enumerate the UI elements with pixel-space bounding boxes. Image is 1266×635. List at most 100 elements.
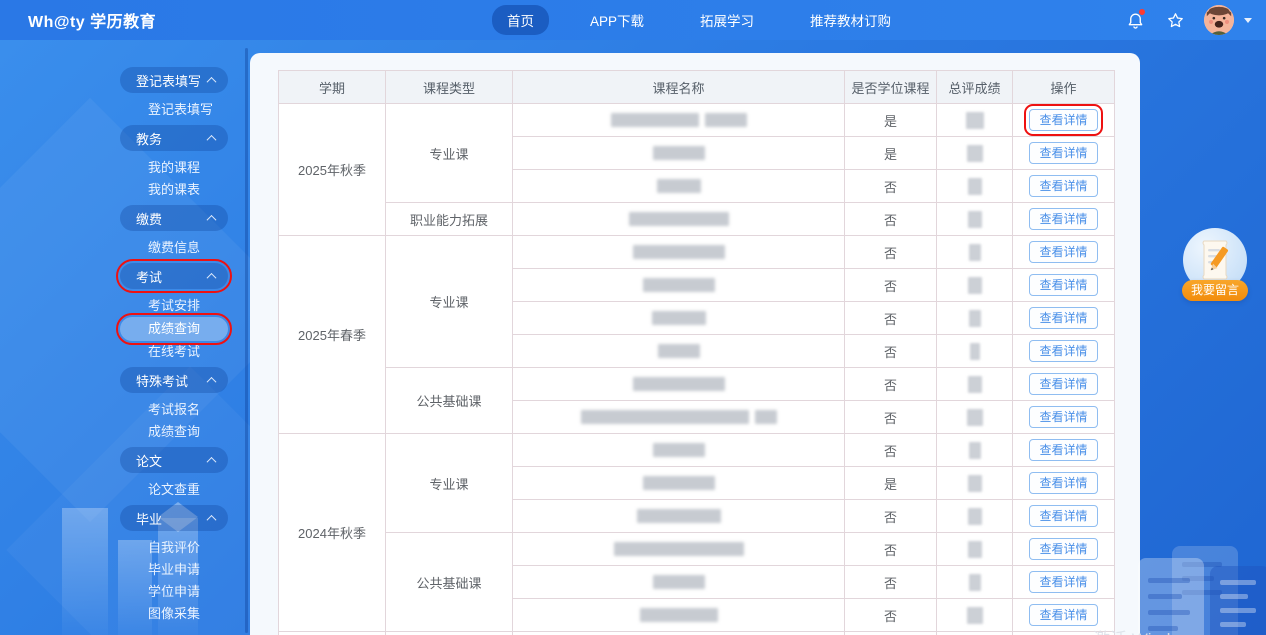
view-detail-button[interactable]: 查看详情 — [1029, 208, 1098, 230]
score-cell — [936, 103, 1013, 137]
notification-bell-icon[interactable] — [1124, 9, 1146, 31]
chevron-up-icon — [206, 214, 217, 225]
content-panel: 学期 课程类型 课程名称 是否学位课程 总评成绩 操作 2025年秋季 专业课是查看详情是查看… — [250, 53, 1140, 635]
view-detail-button[interactable]: 查看详情 — [1029, 241, 1098, 263]
view-detail-button[interactable]: 查看详情 — [1029, 472, 1098, 494]
redacted-score — [968, 243, 981, 261]
redacted-course-name — [517, 575, 840, 589]
table-row-partial — [278, 631, 1115, 635]
sidebar-header-教务[interactable]: 教务 — [120, 125, 228, 151]
top-nav-item-0[interactable]: 首页 — [492, 5, 549, 35]
sidebar-item-我的课程[interactable]: 我的课程 — [148, 157, 250, 179]
view-detail-button[interactable]: 查看详情 — [1029, 340, 1098, 362]
redacted-course-name — [517, 542, 840, 556]
view-detail-button[interactable]: 查看详情 — [1029, 538, 1098, 560]
action-cell: 查看详情 — [1012, 169, 1115, 203]
star-icon[interactable] — [1164, 9, 1186, 31]
table-row: 2024年秋季 专业课否查看详情 — [278, 433, 1115, 632]
view-detail-button[interactable]: 查看详情 — [1029, 505, 1098, 527]
sidebar-item-学位申请[interactable]: 学位申请 — [148, 581, 250, 603]
empty-cell — [1012, 631, 1115, 635]
score-cell — [936, 499, 1013, 533]
score-cell — [936, 334, 1013, 368]
view-detail-button[interactable]: 查看详情 — [1029, 406, 1098, 428]
redacted-score — [968, 309, 981, 327]
sidebar-item-登记表填写[interactable]: 登记表填写 — [148, 99, 250, 121]
course-name-cell — [512, 499, 845, 533]
sidebar-item-自我评价[interactable]: 自我评价 — [148, 537, 250, 559]
top-nav-item-2[interactable]: 拓展学习 — [685, 5, 769, 35]
semester-cell: 2024年秋季 — [278, 433, 386, 632]
topbar-icons — [1124, 0, 1252, 40]
sidebar-item-我的课表[interactable]: 我的课表 — [148, 179, 250, 201]
redacted-score — [965, 111, 984, 129]
sidebar-header-论文[interactable]: 论文 — [120, 447, 228, 473]
top-nav-item-1[interactable]: APP下载 — [575, 5, 659, 35]
course-type-cell: 专业课 — [385, 433, 513, 533]
course-name-cell — [512, 301, 845, 335]
course-name-cell — [512, 202, 845, 236]
view-detail-button[interactable]: 查看详情 — [1029, 142, 1098, 164]
view-detail-button[interactable]: 查看详情 — [1029, 307, 1098, 329]
action-cell: 查看详情 — [1012, 103, 1115, 137]
redacted-course-name — [517, 476, 840, 490]
redacted-score — [968, 573, 981, 591]
sidebar-header-毕业[interactable]: 毕业 — [120, 505, 228, 531]
top-nav-item-3[interactable]: 推荐教材订购 — [795, 5, 906, 35]
redacted-block — [657, 344, 700, 358]
column-header-1: 课程类型 — [385, 70, 513, 104]
avatar-dropdown-caret[interactable] — [1244, 17, 1252, 23]
view-detail-button[interactable]: 查看详情 — [1029, 175, 1098, 197]
chevron-up-icon — [206, 456, 217, 467]
view-detail-button[interactable]: 查看详情 — [1029, 439, 1098, 461]
sidebar-header-缴费[interactable]: 缴费 — [120, 205, 228, 231]
view-detail-button[interactable]: 查看详情 — [1029, 373, 1098, 395]
course-type-cell: 公共基础课 — [385, 367, 513, 434]
sidebar-item-在线考试[interactable]: 在线考试 — [148, 341, 250, 363]
action-cell: 查看详情 — [1012, 400, 1115, 434]
degree-course-cell: 否 — [844, 565, 937, 599]
course-name-cell — [512, 334, 845, 368]
redacted-block — [580, 410, 749, 424]
user-avatar[interactable] — [1204, 5, 1234, 35]
sidebar-item-缴费信息[interactable]: 缴费信息 — [148, 237, 250, 259]
score-cell — [936, 433, 1013, 467]
redacted-block — [652, 146, 705, 160]
sidebar-item-成绩查询[interactable]: 成绩查询 — [116, 313, 232, 345]
sidebar-header-label: 毕业 — [136, 511, 163, 527]
sidebar-item-成绩查询[interactable]: 成绩查询 — [148, 421, 250, 443]
empty-cell — [844, 631, 937, 635]
view-detail-button[interactable]: 查看详情 — [1029, 604, 1098, 626]
sidebar-item-考试报名[interactable]: 考试报名 — [148, 399, 250, 421]
sidebar-item-论文查重[interactable]: 论文查重 — [148, 479, 250, 501]
degree-course-cell: 否 — [844, 334, 937, 368]
chevron-up-icon — [206, 272, 217, 283]
view-detail-button[interactable]: 查看详情 — [1029, 274, 1098, 296]
sidebar-section-0: 登记表填写 登记表填写 — [0, 67, 250, 121]
redacted-course-name — [517, 608, 840, 622]
sidebar-header-特殊考试[interactable]: 特殊考试 — [120, 367, 228, 393]
sidebar-item-毕业申请[interactable]: 毕业申请 — [148, 559, 250, 581]
sidebar-header-登记表填写[interactable]: 登记表填写 — [120, 67, 228, 93]
view-detail-button[interactable]: 查看详情 — [1024, 104, 1103, 136]
degree-course-cell: 否 — [844, 532, 937, 566]
action-cell: 查看详情 — [1012, 433, 1115, 467]
score-cell — [936, 169, 1013, 203]
degree-course-cell: 否 — [844, 235, 937, 269]
view-detail-button[interactable]: 查看详情 — [1029, 571, 1098, 593]
action-cell: 查看详情 — [1012, 532, 1115, 566]
redacted-block — [754, 410, 777, 424]
sidebar-header-考试[interactable]: 考试 — [116, 259, 232, 293]
redacted-score — [967, 507, 982, 525]
degree-course-cell: 否 — [844, 301, 937, 335]
sidebar-item-图像采集[interactable]: 图像采集 — [148, 603, 250, 625]
sidebar-section-6: 毕业自我评价 毕业申请 学位申请 图像采集 — [0, 505, 250, 625]
score-cell — [936, 367, 1013, 401]
course-name-cell — [512, 532, 845, 566]
score-cell — [936, 136, 1013, 170]
redacted-course-name — [517, 278, 840, 292]
score-cell — [936, 565, 1013, 599]
score-cell — [936, 235, 1013, 269]
leave-message-button[interactable]: 我要留言 — [1182, 280, 1248, 301]
sidebar-item-考试安排[interactable]: 考试安排 — [148, 295, 250, 317]
